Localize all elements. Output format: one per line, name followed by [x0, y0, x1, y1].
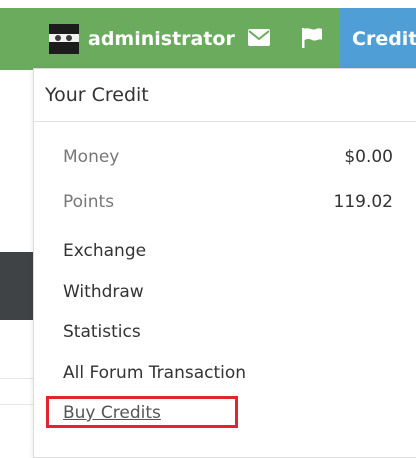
- money-row: Money $0.00: [63, 145, 393, 169]
- credit-dropdown: Your Credit Money $0.00 Points 119.02 Ex…: [33, 68, 416, 458]
- username-link[interactable]: administrator: [88, 24, 235, 54]
- background-divider: [0, 378, 33, 379]
- money-value: $0.00: [344, 147, 393, 167]
- menu-item-exchange[interactable]: Exchange: [63, 239, 146, 263]
- points-value: 119.02: [333, 192, 393, 212]
- envelope-icon[interactable]: [247, 27, 271, 49]
- top-navbar: administrator Credit: [0, 0, 416, 70]
- menu-item-buy-credits[interactable]: Buy Credits: [63, 401, 161, 425]
- background-dark-bar: [0, 252, 33, 320]
- money-label: Money: [63, 147, 120, 167]
- menu-item-withdraw[interactable]: Withdraw: [63, 280, 144, 304]
- points-label: Points: [63, 192, 115, 212]
- background-divider: [0, 404, 33, 405]
- points-row: Points 119.02: [63, 190, 393, 214]
- credit-button[interactable]: Credit: [340, 8, 416, 70]
- menu-item-statistics[interactable]: Statistics: [63, 320, 141, 344]
- avatar[interactable]: [49, 24, 79, 54]
- dropdown-title: Your Credit: [34, 69, 416, 122]
- menu-item-all-forum-transaction[interactable]: All Forum Transaction: [63, 361, 246, 385]
- flag-icon[interactable]: [300, 27, 324, 49]
